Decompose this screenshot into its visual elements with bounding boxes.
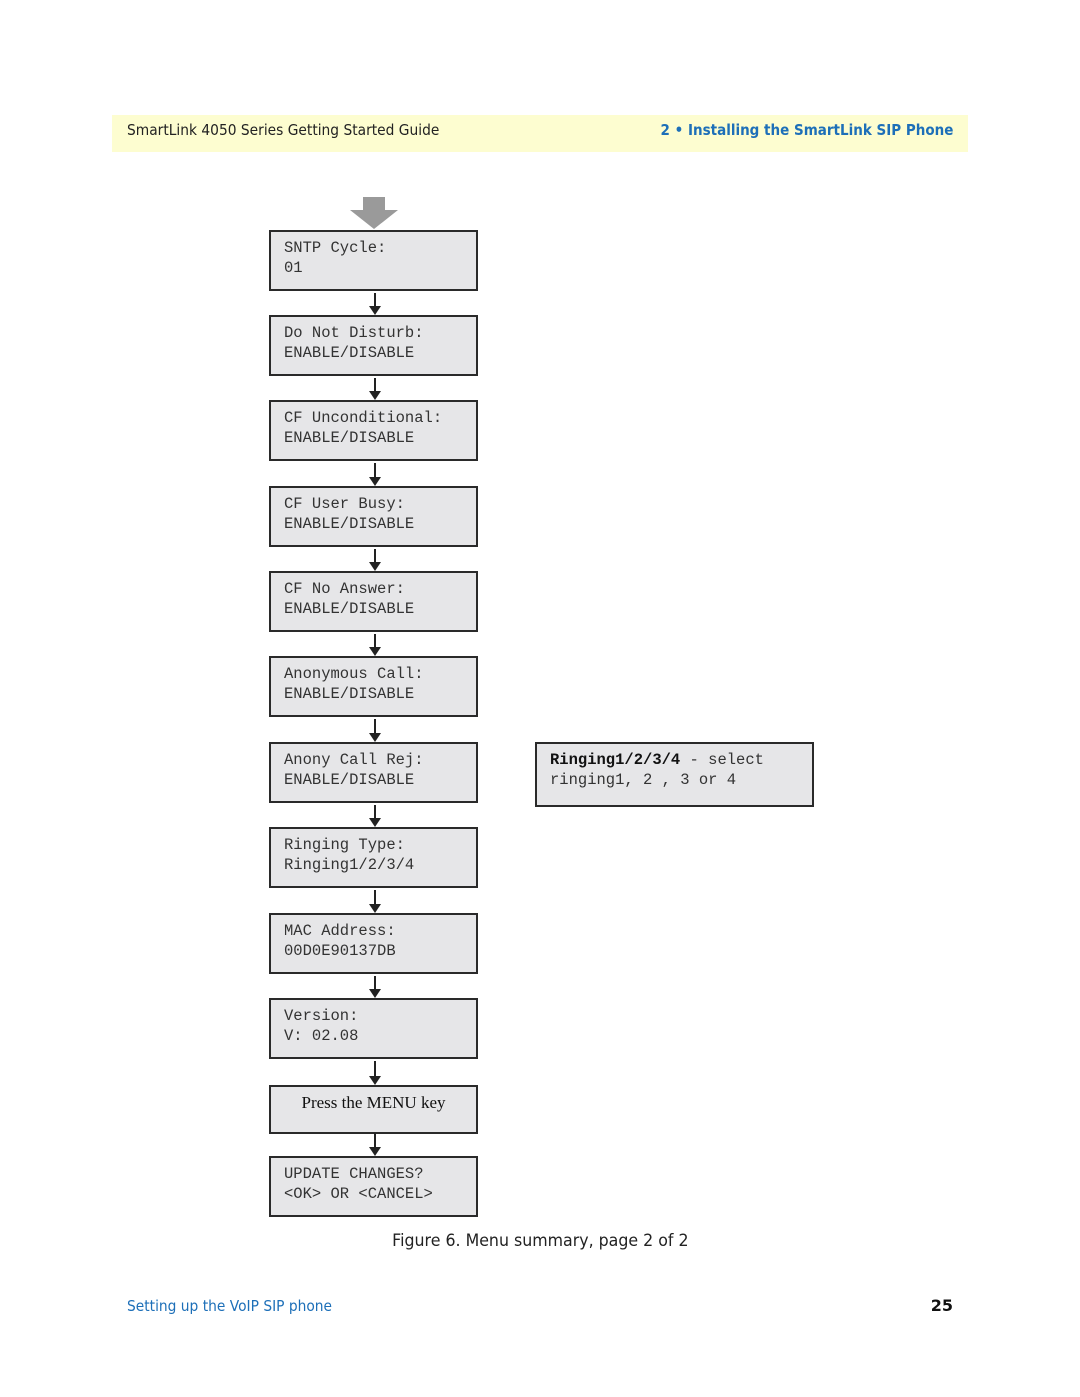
note-line-2: ringing1, 2 , 3 or 4: [550, 771, 737, 789]
note-term: Ringing1/2/3/4: [550, 751, 681, 769]
step-value: ENABLE/DISABLE: [284, 685, 415, 703]
figure-caption: Figure 6. Menu summary, page 2 of 2: [0, 1231, 1080, 1251]
step-label: SNTP Cycle:: [284, 239, 387, 257]
step-value: ENABLE/DISABLE: [284, 515, 415, 533]
flow-step-cf-no-answer: CF No Answer: ENABLE/DISABLE: [269, 571, 478, 632]
flow-arrow: [369, 890, 381, 913]
step-value: ENABLE/DISABLE: [284, 600, 415, 618]
flow-arrow: [369, 293, 381, 315]
flow-step-version: Version: V: 02.08: [269, 998, 478, 1059]
flow-arrow: [369, 378, 381, 400]
step-value: V: 02.08: [284, 1027, 359, 1045]
flow-step-cf-user-busy: CF User Busy: ENABLE/DISABLE: [269, 486, 478, 547]
flow-step-anonymous-call: Anonymous Call: ENABLE/DISABLE: [269, 656, 478, 717]
flow-step-anony-call-rej: Anony Call Rej: ENABLE/DISABLE: [269, 742, 478, 803]
flow-arrow: [369, 805, 381, 827]
step-value: <OK> OR <CANCEL>: [284, 1185, 433, 1203]
flow-step-ringing-type: Ringing Type: Ringing1/2/3/4: [269, 827, 478, 888]
flow-step-sntp-cycle: SNTP Cycle: 01: [269, 230, 478, 291]
step-label: CF No Answer:: [284, 580, 405, 598]
step-value: 00D0E90137DB: [284, 942, 396, 960]
note-text: - select: [680, 751, 764, 769]
running-header: SmartLink 4050 Series Getting Started Gu…: [112, 115, 968, 152]
step-value: ENABLE/DISABLE: [284, 344, 415, 362]
step-value: ENABLE/DISABLE: [284, 771, 415, 789]
flow-step-mac-address: MAC Address: 00D0E90137DB: [269, 913, 478, 974]
flow-step-press-menu-key: Press the MENU key: [269, 1085, 478, 1134]
step-label: CF User Busy:: [284, 495, 405, 513]
ringing-note: Ringing1/2/3/4 - select ringing1, 2 , 3 …: [535, 742, 814, 807]
flow-step-do-not-disturb: Do Not Disturb: ENABLE/DISABLE: [269, 315, 478, 376]
page-number: 25: [930, 1296, 953, 1315]
flow-step-update-changes: UPDATE CHANGES? <OK> OR <CANCEL>: [269, 1156, 478, 1217]
step-value: 01: [284, 259, 303, 277]
chapter-title: 2 • Installing the SmartLink SIP Phone: [660, 121, 953, 139]
step-label: Anony Call Rej:: [284, 751, 424, 769]
footer-section-title: Setting up the VoIP SIP phone: [127, 1297, 333, 1315]
step-label: CF Unconditional:: [284, 409, 443, 427]
step-label: UPDATE CHANGES?: [284, 1165, 424, 1183]
step-label: Version:: [284, 1007, 359, 1025]
flow-arrow: [369, 463, 381, 486]
guide-title: SmartLink 4050 Series Getting Started Gu…: [127, 121, 440, 139]
flow-arrow: [369, 634, 381, 656]
step-value: ENABLE/DISABLE: [284, 429, 415, 447]
step-label: Press the MENU key: [301, 1093, 446, 1112]
flow-step-cf-unconditional: CF Unconditional: ENABLE/DISABLE: [269, 400, 478, 461]
step-label: MAC Address:: [284, 922, 396, 940]
down-arrow-icon: [350, 197, 398, 229]
note-line-1: Ringing1/2/3/4 - select: [550, 751, 764, 769]
flow-arrow: [369, 719, 381, 742]
step-label: Anonymous Call:: [284, 665, 424, 683]
step-label: Do Not Disturb:: [284, 324, 424, 342]
flow-arrow: [369, 1061, 381, 1085]
flow-arrow: [369, 976, 381, 998]
step-value: Ringing1/2/3/4: [284, 856, 415, 874]
figure-caption-text: Figure 6. Menu summary, page 2 of 2: [391, 1231, 689, 1251]
flow-arrow: [369, 1133, 381, 1156]
step-label: Ringing Type:: [284, 836, 405, 854]
flow-arrow: [369, 549, 381, 571]
